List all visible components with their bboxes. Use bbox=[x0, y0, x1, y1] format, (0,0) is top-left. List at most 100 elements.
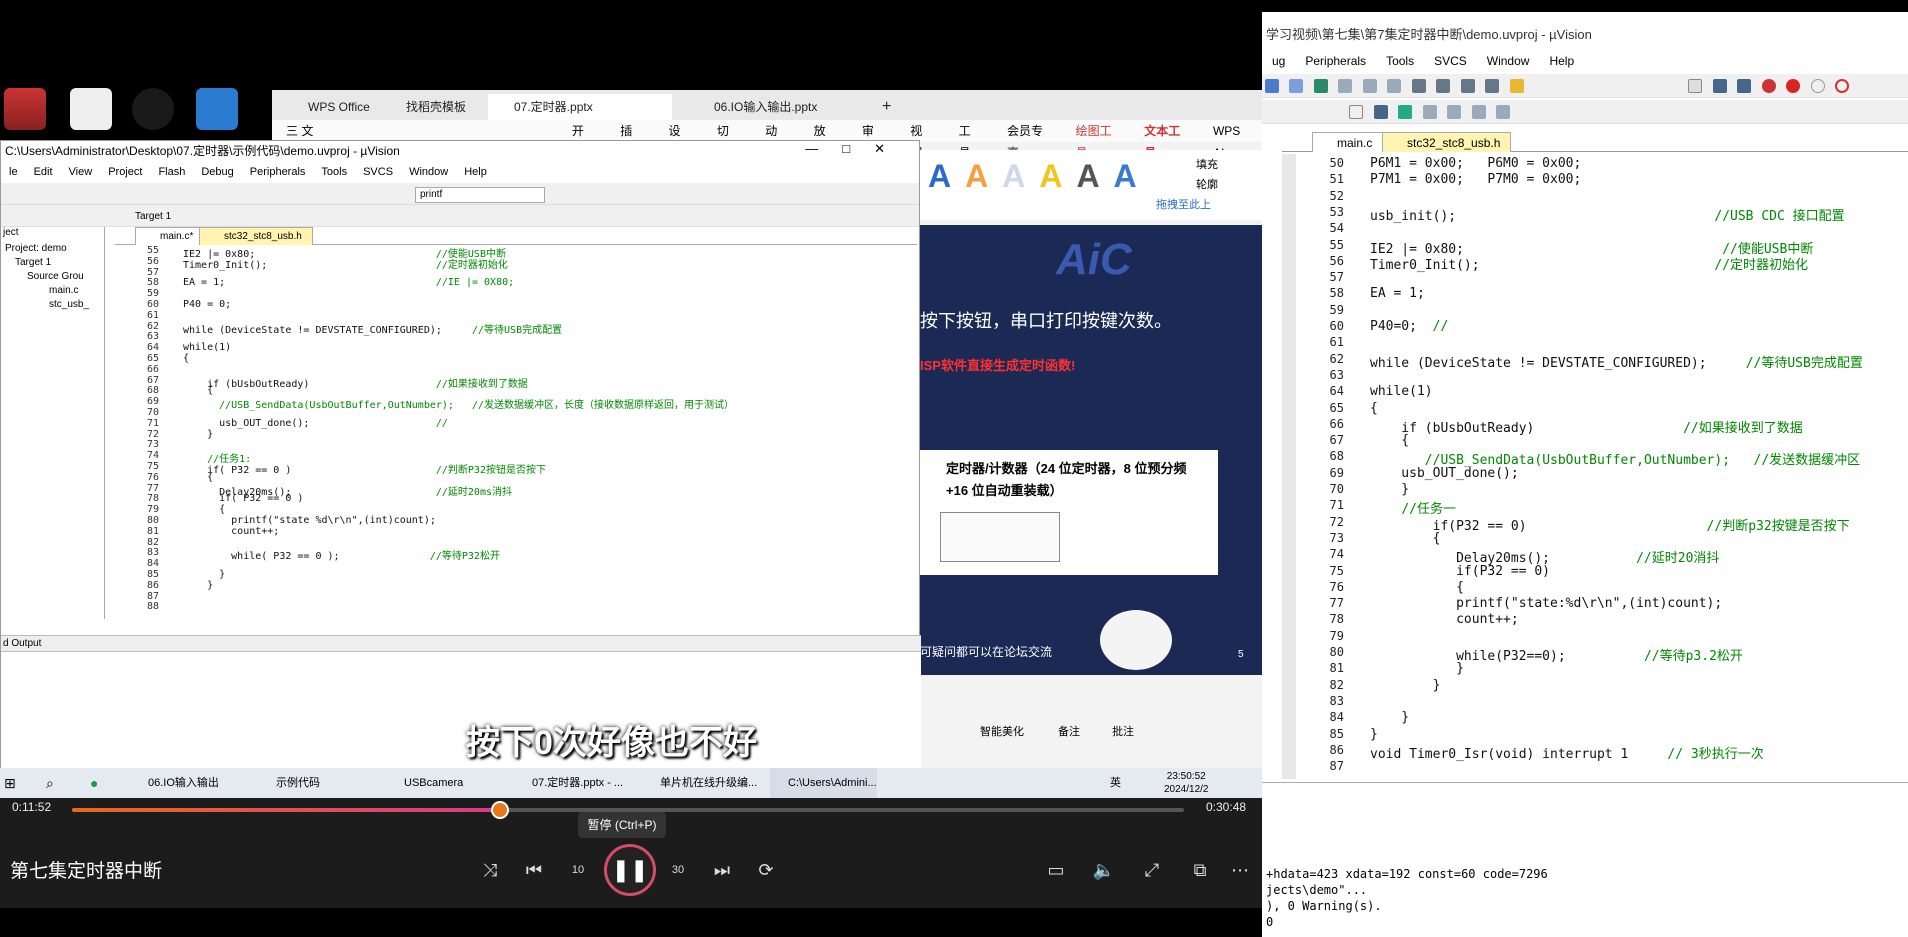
select-icon[interactable] bbox=[1422, 105, 1437, 119]
menu-project[interactable]: Project bbox=[100, 161, 150, 183]
tab-wps-office[interactable]: WPS Office bbox=[282, 94, 370, 120]
file-main-c[interactable]: main.c bbox=[49, 285, 78, 296]
unindent-icon[interactable] bbox=[1436, 79, 1451, 93]
code-editor[interactable]: 50 P6M1 = 0x00; P6M0 = 0x00; 51 P7M1 = 0x00… bbox=[1296, 154, 1908, 779]
find-dropdown[interactable] bbox=[1688, 79, 1703, 93]
fullscreen-icon[interactable]: ⤢ bbox=[1136, 854, 1168, 886]
ribbon-slideshow[interactable]: 放映 bbox=[800, 120, 848, 160]
code-line[interactable]: while(1) bbox=[183, 342, 231, 353]
shuffle-icon[interactable]: ⤨ bbox=[474, 854, 506, 886]
code-line[interactable]: EA = 1; //IE |= 0X80; bbox=[183, 277, 514, 288]
menu-view[interactable]: View bbox=[61, 161, 101, 183]
menu-debug[interactable]: ug bbox=[1262, 50, 1295, 72]
document-icon[interactable] bbox=[70, 88, 112, 130]
menu-edit[interactable]: Edit bbox=[26, 161, 61, 183]
repeat-icon[interactable]: ⟳ bbox=[750, 854, 782, 886]
inner-code-editor[interactable]: 55 IE2 |= 0x80; //使能USB中断 56 Timer0_Init();… bbox=[115, 245, 917, 619]
menu-help[interactable]: Help bbox=[456, 161, 495, 183]
pause-button[interactable]: ❚❚ bbox=[604, 844, 656, 896]
code-line[interactable]: if( P32 == 0 ) //判断P32按钮是否按下 bbox=[183, 461, 546, 476]
network-icon[interactable] bbox=[196, 88, 238, 130]
books-icon[interactable] bbox=[1496, 105, 1511, 119]
code-line[interactable]: { bbox=[183, 472, 213, 483]
menu-flash[interactable]: Flash bbox=[150, 161, 193, 183]
code-line[interactable]: { bbox=[1370, 580, 1464, 595]
task-io[interactable]: 06.IO输入输出 bbox=[130, 768, 219, 798]
task-timer-pptx[interactable]: 07.定时器.pptx - ... bbox=[514, 768, 623, 798]
next-icon[interactable]: ⏭ bbox=[706, 854, 738, 886]
code-line[interactable]: } bbox=[183, 429, 213, 440]
window-controls[interactable]: —□✕ bbox=[805, 141, 909, 157]
code-line[interactable]: } bbox=[1370, 482, 1409, 497]
project-root[interactable]: Project: demo bbox=[5, 243, 67, 254]
code-line[interactable]: count++; bbox=[1370, 612, 1519, 627]
code-line[interactable]: { bbox=[183, 385, 213, 396]
subtitles-icon[interactable]: ▭ bbox=[1040, 854, 1072, 886]
code-line[interactable]: void Timer0_Isr(void) interrupt 1 // 3秒执… bbox=[1370, 743, 1764, 762]
indent-icon[interactable] bbox=[1411, 79, 1426, 93]
style-a-blue[interactable]: A bbox=[928, 158, 951, 195]
task-mcu-upgrade[interactable]: 单片机在线升级编... bbox=[642, 768, 757, 798]
comment-button[interactable]: 批注 bbox=[1112, 723, 1134, 739]
menu-window[interactable]: Window bbox=[401, 161, 456, 183]
style-a-blue2[interactable]: A bbox=[1114, 158, 1137, 195]
options-icon[interactable] bbox=[1373, 105, 1388, 119]
code-line[interactable]: if( P32 == 0 ) bbox=[183, 493, 303, 504]
bookmark-prev-icon[interactable] bbox=[1338, 79, 1353, 93]
menu-peripherals[interactable]: Peripherals bbox=[242, 161, 314, 183]
code-line[interactable]: while (DeviceState != DEVSTATE_CONFIGURE… bbox=[1370, 352, 1863, 371]
packs-icon[interactable] bbox=[1471, 105, 1486, 119]
miniplayer-icon[interactable]: ⧉ bbox=[1184, 854, 1216, 886]
ribbon-view[interactable]: 视图 bbox=[896, 120, 944, 160]
code-line[interactable]: usb_OUT_done(); // bbox=[183, 418, 448, 429]
code-line[interactable]: } bbox=[1370, 661, 1464, 676]
forward-icon[interactable] bbox=[1289, 79, 1304, 93]
menu-svcs[interactable]: SVCS bbox=[355, 161, 401, 183]
code-line[interactable]: while(1) bbox=[1370, 384, 1433, 399]
bookmark-icon[interactable] bbox=[1313, 79, 1328, 93]
menu-file[interactable]: le bbox=[1, 161, 26, 183]
breakpoint-icon[interactable] bbox=[1786, 79, 1801, 93]
ribbon-review[interactable]: 审阅 bbox=[848, 120, 896, 160]
tab-io-pptx[interactable]: 06.IO输入输出.pptx bbox=[688, 94, 848, 120]
code-line[interactable]: } bbox=[183, 580, 213, 591]
code-line[interactable]: } bbox=[1370, 678, 1441, 693]
find-icon[interactable] bbox=[1712, 79, 1727, 93]
style-a-orange[interactable]: A bbox=[965, 158, 988, 195]
bookmark-clear-icon[interactable] bbox=[1387, 79, 1402, 93]
wechat-icon[interactable]: ● bbox=[90, 768, 98, 798]
code-line[interactable]: P40=0; // bbox=[1370, 319, 1448, 334]
slide-canvas[interactable]: AiC 按下按钮，串口打印按键次数。 ISP软件直接生成定时函数! 定时器/计数… bbox=[920, 225, 1262, 675]
winrar-icon[interactable] bbox=[4, 88, 46, 130]
style-a-yellow[interactable]: A bbox=[1039, 158, 1062, 195]
menu-svcs[interactable]: SVCS bbox=[1424, 50, 1477, 72]
menu-peripherals[interactable]: Peripherals bbox=[1295, 50, 1376, 72]
ribbon-drawing[interactable]: 绘图工具 bbox=[1062, 120, 1131, 160]
code-line[interactable]: if (bUsbOutReady) //如果接收到了数据 bbox=[183, 375, 528, 390]
previous-icon[interactable]: ⏮ bbox=[518, 854, 550, 886]
code-line[interactable]: { bbox=[1370, 531, 1441, 546]
code-line[interactable]: } bbox=[183, 569, 225, 580]
code-line[interactable]: } bbox=[1370, 727, 1378, 742]
code-line[interactable]: while (DeviceState != DEVSTATE_CONFIGURE… bbox=[183, 321, 562, 336]
code-line[interactable]: } bbox=[1370, 710, 1409, 725]
more-icon[interactable]: ⋯ bbox=[1224, 854, 1256, 886]
task-example-code[interactable]: 示例代码 bbox=[258, 768, 320, 798]
file-stc-usb[interactable]: stc_usb_ bbox=[49, 299, 89, 310]
task-uvision[interactable]: C:\Users\Admini... bbox=[770, 768, 877, 798]
code-line[interactable]: usb_init(); //USB CDC 接口配置 bbox=[1370, 205, 1845, 224]
code-line[interactable]: { bbox=[1370, 433, 1409, 448]
smart-beautify-button[interactable]: 智能美化 bbox=[980, 723, 1024, 739]
code-line[interactable]: if(P32 == 0) //判断p32按键是否按下 bbox=[1370, 515, 1850, 534]
ribbon-home[interactable]: 开始 bbox=[558, 120, 606, 160]
find-input[interactable]: printf bbox=[415, 187, 545, 203]
target-select[interactable]: Target 1 bbox=[135, 209, 235, 225]
find-in-files-icon[interactable] bbox=[1509, 79, 1524, 93]
tab-main-c[interactable]: main.c* bbox=[135, 227, 205, 245]
search-icon[interactable]: ⌕ bbox=[46, 768, 54, 798]
config-icon[interactable] bbox=[1737, 79, 1752, 93]
ribbon-animation[interactable]: 动画 bbox=[751, 120, 799, 160]
ribbon-insert[interactable]: 插入 bbox=[606, 120, 654, 160]
ribbon-tools[interactable]: 工具 bbox=[945, 120, 993, 160]
menu-window[interactable]: Window bbox=[1477, 50, 1540, 72]
